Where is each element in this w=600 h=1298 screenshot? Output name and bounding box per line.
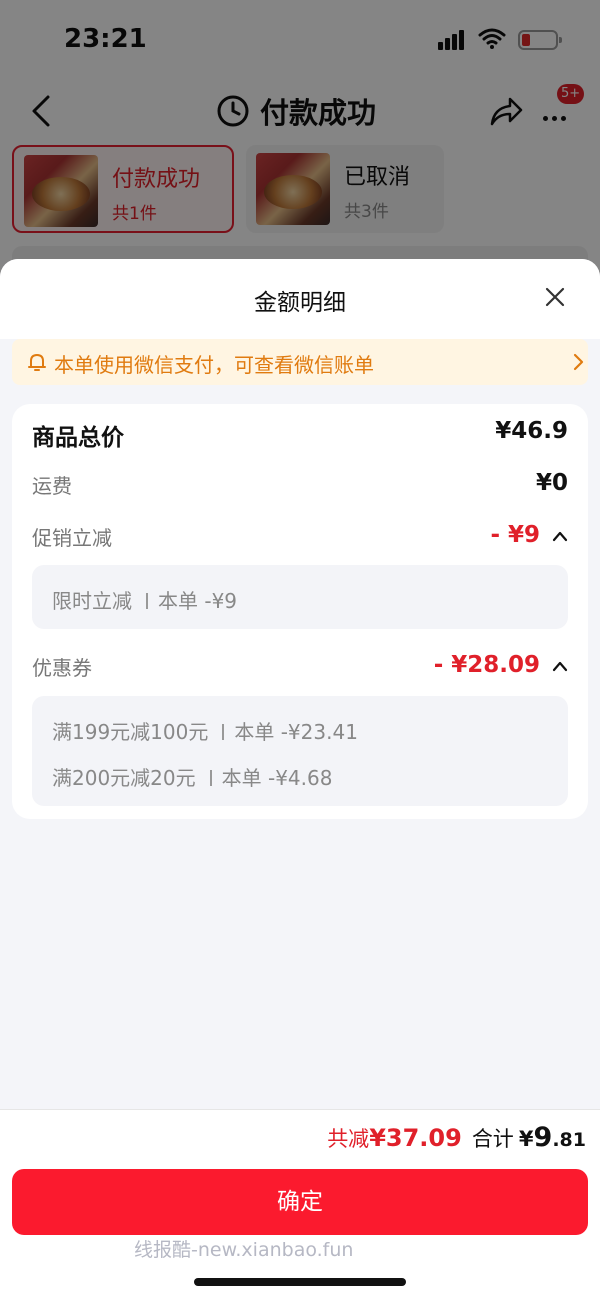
saved-label: 共减 xyxy=(327,1127,370,1151)
separator xyxy=(222,724,225,740)
bottom-bar: 共减¥37.09 合计 ¥9.81 确定 线报酷-new.xianbao.fun xyxy=(0,1109,600,1298)
goods-total-value: ¥46.9 xyxy=(495,418,568,444)
coupon-label: 优惠券 xyxy=(32,656,92,680)
wechat-pay-notice[interactable]: 本单使用微信支付，可查看微信账单 xyxy=(12,339,588,385)
separator xyxy=(209,770,212,786)
shipping-row: 运费 ¥0 xyxy=(32,470,568,506)
promo-label: 促销立减 xyxy=(32,526,112,550)
coupon-detail-box: 满199元减100元 本单 -¥23.41 满200元减20元 本单 -¥4.68 xyxy=(32,696,568,806)
goods-total-row: 商品总价 ¥46.9 xyxy=(32,418,568,454)
shipping-label: 运费 xyxy=(32,474,72,498)
coupon-item-name: 满199元减100元 xyxy=(52,720,209,744)
chevron-up-icon[interactable] xyxy=(552,660,568,672)
grand-total-integer: 9 xyxy=(533,1122,553,1153)
coupon-row[interactable]: 优惠券 - ¥28.09 xyxy=(32,652,568,688)
coupon-item-amount: 本单 -¥4.68 xyxy=(221,766,333,790)
bell-icon xyxy=(28,354,46,371)
sheet-title: 金额明细 xyxy=(254,290,346,316)
promo-row[interactable]: 促销立减 - ¥9 xyxy=(32,522,568,558)
coupon-item-name: 满200元减20元 xyxy=(52,766,196,790)
promo-detail-box: 限时立减 本单 -¥9 xyxy=(32,565,568,629)
coupon-item: 满200元减20元 本单 -¥4.68 xyxy=(52,762,332,791)
notice-text: 本单使用微信支付，可查看微信账单 xyxy=(54,353,374,377)
promo-value: - ¥9 xyxy=(490,522,540,548)
coupon-item-amount: 本单 -¥23.41 xyxy=(234,720,358,744)
chevron-right-icon xyxy=(573,353,584,371)
coupon-item: 满199元减100元 本单 -¥23.41 xyxy=(52,716,358,745)
saved-value: ¥37.09 xyxy=(369,1124,462,1152)
sheet-header: 金额明细 xyxy=(0,259,600,339)
promo-item-amount: 本单 -¥9 xyxy=(158,589,238,613)
promo-item: 限时立减 本单 -¥9 xyxy=(52,585,237,614)
grand-total-label: 合计 xyxy=(471,1127,514,1151)
separator xyxy=(146,593,148,609)
totals-summary: 共减¥37.09 合计 ¥9.81 xyxy=(327,1122,586,1153)
grand-total-decimal: .81 xyxy=(552,1129,586,1151)
grand-total-currency: ¥ xyxy=(518,1127,534,1151)
watermark-text: 线报酷-new.xianbao.fun xyxy=(134,1239,354,1261)
goods-total-label: 商品总价 xyxy=(32,425,124,451)
chevron-up-icon[interactable] xyxy=(552,530,568,542)
home-indicator[interactable] xyxy=(194,1278,406,1286)
promo-item-name: 限时立减 xyxy=(52,589,132,613)
coupon-value: - ¥28.09 xyxy=(433,652,540,678)
confirm-button[interactable]: 确定 xyxy=(12,1169,588,1235)
amount-detail-card: 商品总价 ¥46.9 运费 ¥0 促销立减 - ¥9 限时立减 本单 -¥9 优惠… xyxy=(12,404,588,819)
shipping-value: ¥0 xyxy=(535,470,568,496)
saved-amount: 共减¥37.09 xyxy=(327,1124,462,1152)
close-icon[interactable] xyxy=(543,285,567,309)
